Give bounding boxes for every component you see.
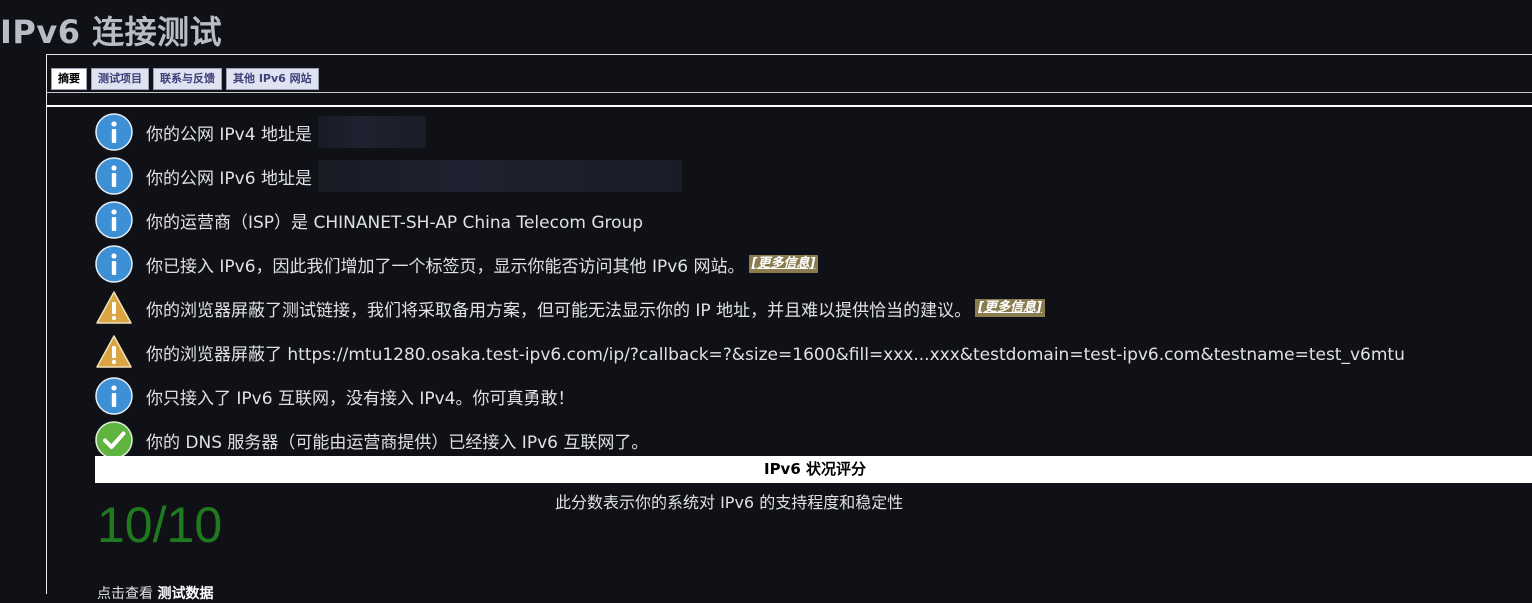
info-icon <box>95 201 133 239</box>
redacted-ipv6-address <box>317 160 682 192</box>
list-item: 你的浏览器屏蔽了 https://mtu1280.osaka.test-ipv6… <box>95 330 1495 374</box>
score-value: 10/10 <box>97 497 223 553</box>
info-icon <box>95 157 133 195</box>
score-heading: IPv6 状况评分 <box>95 456 1532 483</box>
warning-icon <box>96 335 132 368</box>
more-info-link[interactable]: [更多信息] <box>748 255 819 273</box>
ipv6-tab-notice: 你已接入 IPv6，因此我们增加了一个标签页，显示你能否访问其他 IPv6 网站… <box>146 256 745 277</box>
score-description: 此分数表示你的系统对 IPv6 的支持程度和稳定性 <box>555 493 904 512</box>
warning-icon <box>96 291 132 324</box>
list-item: 你只接入了 IPv6 互联网，没有接入 IPv4。你可真勇敢！ <box>95 374 1495 418</box>
more-info-link[interactable]: [更多信息] <box>975 299 1045 317</box>
blocked-url-warning: 你的浏览器屏蔽了 https://mtu1280.osaka.test-ipv6… <box>146 344 1405 365</box>
content-frame: 摘要 测试项目 联系与反馈 其他 IPv6 网站 你的公网 IPv4 地址是 你… <box>46 54 1532 602</box>
tab-divider <box>47 92 1532 93</box>
result-list: 你的公网 IPv4 地址是 你的公网 IPv6 地址是 你的运营商（ISP）是 … <box>95 110 1495 462</box>
list-item: 你的公网 IPv6 地址是 <box>95 154 1495 198</box>
info-icon <box>95 377 133 415</box>
tab-bar: 摘要 测试项目 联系与反馈 其他 IPv6 网站 <box>51 68 319 90</box>
page-title: IPv6 连接测试 <box>0 13 223 51</box>
dns-ipv6-notice: 你的 DNS 服务器（可能由运营商提供）已经接入 IPv6 互联网了。 <box>146 432 649 453</box>
tab-summary[interactable]: 摘要 <box>51 68 87 90</box>
check-icon <box>95 421 133 459</box>
tab-tests[interactable]: 测试项目 <box>91 68 149 90</box>
ipv6-only-notice: 你只接入了 IPv6 互联网，没有接入 IPv4。你可真勇敢！ <box>146 388 575 409</box>
blocked-link-warning: 你的浏览器屏蔽了测试链接，我们将采取备用方案，但可能无法显示你的 IP 地址，并… <box>146 300 972 321</box>
view-test-data: 点击查看 测试数据 <box>97 583 213 603</box>
list-item: 你的公网 IPv4 地址是 <box>95 110 1495 154</box>
list-item: 你的运营商（ISP）是 CHINANET-SH-AP China Telecom… <box>95 198 1495 242</box>
test-data-link[interactable]: 测试数据 <box>157 586 213 602</box>
ipv6-address-label: 你的公网 IPv6 地址是 <box>146 168 312 189</box>
list-item: 你已接入 IPv6，因此我们增加了一个标签页，显示你能否访问其他 IPv6 网站… <box>95 242 1495 286</box>
content-divider <box>47 105 1532 107</box>
ipv4-address-label: 你的公网 IPv4 地址是 <box>146 124 312 145</box>
list-item: 你的浏览器屏蔽了测试链接，我们将采取备用方案，但可能无法显示你的 IP 地址，并… <box>95 286 1495 330</box>
info-icon <box>95 245 133 283</box>
isp-text: 你的运营商（ISP）是 CHINANET-SH-AP China Telecom… <box>146 212 644 233</box>
redacted-ipv4-address <box>317 116 426 148</box>
info-icon <box>95 113 133 151</box>
tab-contact[interactable]: 联系与反馈 <box>153 68 222 90</box>
view-data-prefix: 点击查看 <box>97 586 153 602</box>
tab-other-ipv6-sites[interactable]: 其他 IPv6 网站 <box>226 68 319 90</box>
